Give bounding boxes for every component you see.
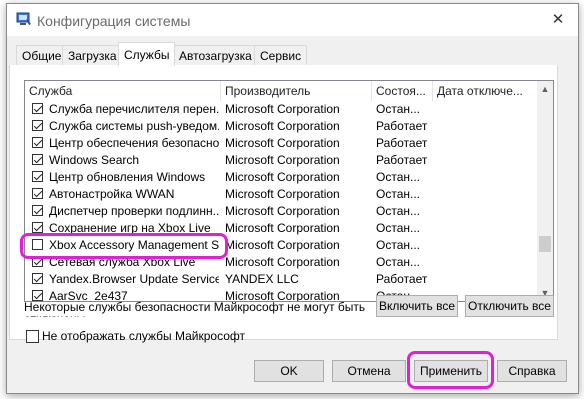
service-name: Служба системы push-уведом... (49, 119, 219, 133)
service-checkbox[interactable] (32, 171, 43, 182)
service-manufacturer: Microsoft Corporation (225, 153, 340, 167)
app-icon (16, 12, 32, 26)
service-name: Windows Search (49, 153, 140, 167)
service-name: Диспетчер проверки подлинн... (49, 204, 219, 218)
service-name: Автонастройка WWAN (49, 187, 175, 201)
service-manufacturer: YANDEX LLC (225, 272, 299, 286)
table-row[interactable]: Центр обновления Windows Microsoft Corpor… (25, 169, 537, 186)
table-row[interactable]: Служба системы push-уведом... Microsoft C… (25, 118, 537, 135)
service-checkbox[interactable] (32, 273, 43, 284)
service-manufacturer: Microsoft Corporation (225, 238, 340, 252)
hide-ms-label: Не отображать службы Майкрософт (42, 329, 246, 343)
service-name: Yandex.Browser Update Service (49, 272, 219, 286)
service-manufacturer: Microsoft Corporation (225, 119, 340, 133)
service-status: Остан... (376, 102, 420, 116)
table-row[interactable]: Диспетчер проверки подлинн... Microsoft C… (25, 203, 537, 220)
service-manufacturer: Microsoft Corporation (225, 136, 340, 150)
service-status: Остан... (376, 170, 420, 184)
table-row[interactable]: Yandex.Browser Update Service YANDEX LLC Р… (25, 271, 537, 288)
tab-tools[interactable]: Сервис (254, 45, 308, 65)
service-checkbox[interactable] (32, 154, 43, 165)
ok-button[interactable]: OK (254, 360, 324, 382)
close-icon: ✕ (551, 11, 565, 28)
apply-button-highlight (407, 351, 494, 389)
service-status: Остан... (376, 204, 420, 218)
security-note: Некоторые службы безопасности Майкрософт… (24, 301, 366, 317)
service-name: Центр обеспечения безопасно... (49, 136, 219, 150)
table-row[interactable]: Windows Search Microsoft Corporation Работ… (25, 152, 537, 169)
table-row[interactable]: Центр обеспечения безопасно... Microsoft … (25, 135, 537, 152)
table-row[interactable]: Автонастройка WWAN Microsoft Corporation О… (25, 186, 537, 203)
scroll-up-icon[interactable]: ▲ (537, 81, 553, 97)
service-manufacturer: Microsoft Corporation (225, 289, 340, 302)
help-button[interactable]: Справка (497, 360, 567, 382)
close-button[interactable]: ✕ (547, 10, 569, 30)
service-name: AarSvc_2e437 (49, 289, 128, 302)
disable-all-button[interactable]: Отключить все (465, 295, 554, 317)
tab-startup[interactable]: Автозагрузка (173, 45, 258, 65)
service-name: Служба перечислителя перен... (49, 102, 219, 116)
tab-general[interactable]: Общие (16, 45, 68, 65)
service-status: Остан... (376, 238, 420, 252)
tab-boot[interactable]: Загрузка (62, 45, 123, 65)
vertical-scrollbar[interactable]: ▲ ▼ (537, 81, 553, 301)
service-status: Работает (376, 136, 428, 150)
title-bar: Конфигурация системы ✕ (7, 4, 578, 36)
hide-ms-checkbox[interactable] (26, 330, 39, 343)
column-header-status[interactable]: Состоя... (372, 81, 433, 101)
window-title: Конфигурация системы (37, 13, 191, 29)
column-header-service[interactable]: Служба (25, 81, 221, 101)
service-checkbox[interactable] (32, 103, 43, 114)
service-checkbox[interactable] (32, 205, 43, 216)
column-header-disabled-date[interactable]: Дата отключе... (433, 81, 537, 101)
table-row[interactable]: AarSvc_2e437Microsoft CorporationОстан..… (25, 288, 537, 302)
service-status: Работает (376, 153, 428, 167)
service-manufacturer: Microsoft Corporation (225, 170, 340, 184)
xbox-row-highlight (20, 233, 228, 259)
service-manufacturer: Microsoft Corporation (225, 221, 340, 235)
service-status: Остан... (376, 221, 420, 235)
service-checkbox[interactable] (32, 120, 43, 131)
service-manufacturer: Microsoft Corporation (225, 204, 340, 218)
service-name: Центр обновления Windows (49, 170, 206, 184)
service-status: Работает (376, 272, 428, 286)
service-manufacturer: Microsoft Corporation (225, 102, 340, 116)
service-manufacturer: Microsoft Corporation (225, 187, 340, 201)
services-list: Служба Производитель Состоя... Дата откл… (24, 80, 554, 302)
service-manufacturer: Microsoft Corporation (225, 255, 340, 269)
service-checkbox[interactable] (32, 188, 43, 199)
cancel-button[interactable]: Отмена (332, 360, 406, 382)
service-checkbox[interactable] (32, 222, 43, 233)
column-header-manufacturer[interactable]: Производитель (221, 81, 372, 101)
service-status: Работает (376, 119, 428, 133)
service-status: Остан... (376, 187, 420, 201)
service-status: Остан... (376, 255, 420, 269)
enable-all-button[interactable]: Включить все (376, 295, 458, 317)
scroll-thumb[interactable] (539, 236, 551, 252)
service-checkbox[interactable] (32, 290, 43, 301)
service-checkbox[interactable] (32, 137, 43, 148)
tab-services[interactable]: Службы (118, 42, 176, 66)
table-row[interactable]: Служба перечислителя перен... Microsoft C… (25, 101, 537, 118)
